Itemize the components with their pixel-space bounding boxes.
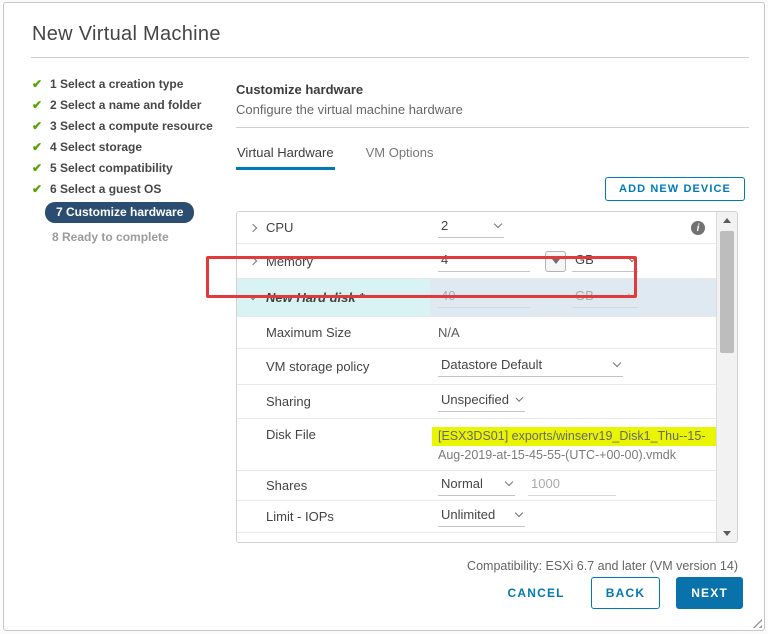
row-memory: Memory 4 GB	[237, 244, 716, 279]
tab-vm-options[interactable]: VM Options	[365, 143, 435, 170]
section-divider	[236, 127, 749, 128]
chevron-down-icon	[628, 290, 636, 298]
flash-cache-unit-select[interactable]: MB	[572, 538, 638, 544]
next-button[interactable]: NEXT	[676, 577, 743, 609]
chevron-down-icon	[515, 509, 523, 517]
row-virtual-flash-read-cache: Virtual flash read cache 0 MB	[237, 533, 716, 543]
cpu-count-select[interactable]: 2	[438, 217, 504, 238]
new-vm-wizard-dialog: New Virtual Machine ✔ 1 Select a creatio…	[3, 2, 765, 631]
scrollbar-down-icon[interactable]	[717, 525, 737, 542]
info-icon[interactable]: i	[691, 221, 705, 235]
section-subtitle: Configure the virtual machine hardware	[236, 102, 749, 117]
maximum-size-value: N/A	[438, 325, 460, 340]
step-select-guest-os[interactable]: ✔ 6 Select a guest OS	[32, 178, 236, 199]
chevron-down-icon	[613, 359, 621, 367]
step-select-name-folder[interactable]: ✔ 2 Select a name and folder	[32, 94, 236, 115]
wizard-steps: ✔ 1 Select a creation type ✔ 2 Select a …	[32, 58, 236, 573]
check-icon: ✔	[32, 77, 50, 91]
caret-down-icon	[552, 259, 560, 264]
hardware-table: CPU 2 i Memory	[236, 211, 738, 543]
chevron-down-icon[interactable]	[250, 296, 266, 299]
step-select-creation-type[interactable]: ✔ 1 Select a creation type	[32, 73, 236, 94]
row-vm-storage-policy: VM storage policy Datastore Default	[237, 349, 716, 385]
check-icon: ✔	[32, 161, 50, 175]
shares-select[interactable]: Normal	[438, 475, 515, 496]
add-new-device-button[interactable]: ADD NEW DEVICE	[605, 177, 745, 201]
check-icon: ✔	[32, 98, 50, 112]
disk-size-input[interactable]: 40	[438, 287, 530, 308]
chevron-down-icon	[516, 394, 524, 402]
disk-file-path-line2: Aug-2019-at-15-45-55-(UTC-+00-00).vmdk	[438, 448, 676, 462]
chevron-down-icon	[628, 253, 636, 261]
limit-iops-select[interactable]: Unlimited	[438, 506, 525, 527]
row-cpu: CPU 2 i	[237, 212, 716, 244]
chevron-down-icon	[505, 478, 513, 486]
sharing-select[interactable]: Unspecified	[438, 391, 525, 412]
step-select-compatibility[interactable]: ✔ 5 Select compatibility	[32, 157, 236, 178]
scrollbar-thumb[interactable]	[720, 231, 734, 353]
chevron-down-icon	[494, 220, 502, 228]
check-icon: ✔	[32, 119, 50, 133]
row-disk-file: Disk File [ESX3DS01] exports/winserv19_D…	[237, 419, 716, 471]
chevron-right-icon[interactable]	[250, 258, 266, 264]
step-ready-to-complete: 8 Ready to complete	[32, 226, 236, 247]
disk-file-path-highlighted: [ESX3DS01] exports/winserv19_Disk1_Thu--…	[432, 427, 724, 446]
resize-handle-icon[interactable]	[752, 618, 762, 628]
memory-stepper-button[interactable]	[545, 251, 566, 272]
cancel-button[interactable]: CANCEL	[508, 586, 565, 600]
section-title: Customize hardware	[236, 82, 749, 97]
check-icon: ✔	[32, 140, 50, 154]
memory-unit-select[interactable]: GB	[572, 251, 638, 272]
shares-amount-input[interactable]: 1000	[528, 475, 616, 496]
step-select-compute-resource[interactable]: ✔ 3 Select a compute resource	[32, 115, 236, 136]
disk-unit-select[interactable]: GB	[572, 287, 638, 308]
row-shares: Shares Normal 1000	[237, 471, 716, 501]
scrollbar[interactable]	[716, 212, 737, 542]
row-maximum-size: Maximum Size N/A	[237, 317, 716, 349]
flash-cache-input[interactable]: 0	[438, 538, 530, 544]
page-title: New Virtual Machine	[32, 23, 764, 46]
step-customize-hardware-active[interactable]: 7 Customize hardware	[32, 199, 236, 226]
check-icon: ✔	[32, 182, 50, 196]
wizard-footer: CANCEL BACK NEXT	[508, 577, 743, 609]
compatibility-text: Compatibility: ESXi 6.7 and later (VM ve…	[236, 559, 738, 573]
chevron-down-icon	[628, 540, 636, 543]
row-limit-iops: Limit - IOPs Unlimited	[237, 501, 716, 533]
row-sharing: Sharing Unspecified	[237, 385, 716, 419]
hardware-tabs: Virtual Hardware VM Options	[236, 143, 749, 170]
storage-policy-select[interactable]: Datastore Default	[438, 356, 623, 377]
disk-file-path: [ESX3DS01] exports/winserv19_Disk1_Thu--…	[438, 427, 724, 465]
chevron-right-icon[interactable]	[250, 225, 266, 231]
scrollbar-up-icon[interactable]	[717, 212, 737, 229]
tab-virtual-hardware[interactable]: Virtual Hardware	[236, 143, 335, 170]
memory-size-input[interactable]: 4	[438, 251, 530, 272]
wizard-content: Customize hardware Configure the virtual…	[236, 58, 749, 573]
back-button[interactable]: BACK	[591, 577, 660, 609]
step-select-storage[interactable]: ✔ 4 Select storage	[32, 136, 236, 157]
row-new-hard-disk: New Hard disk * 40 GB	[237, 279, 716, 317]
